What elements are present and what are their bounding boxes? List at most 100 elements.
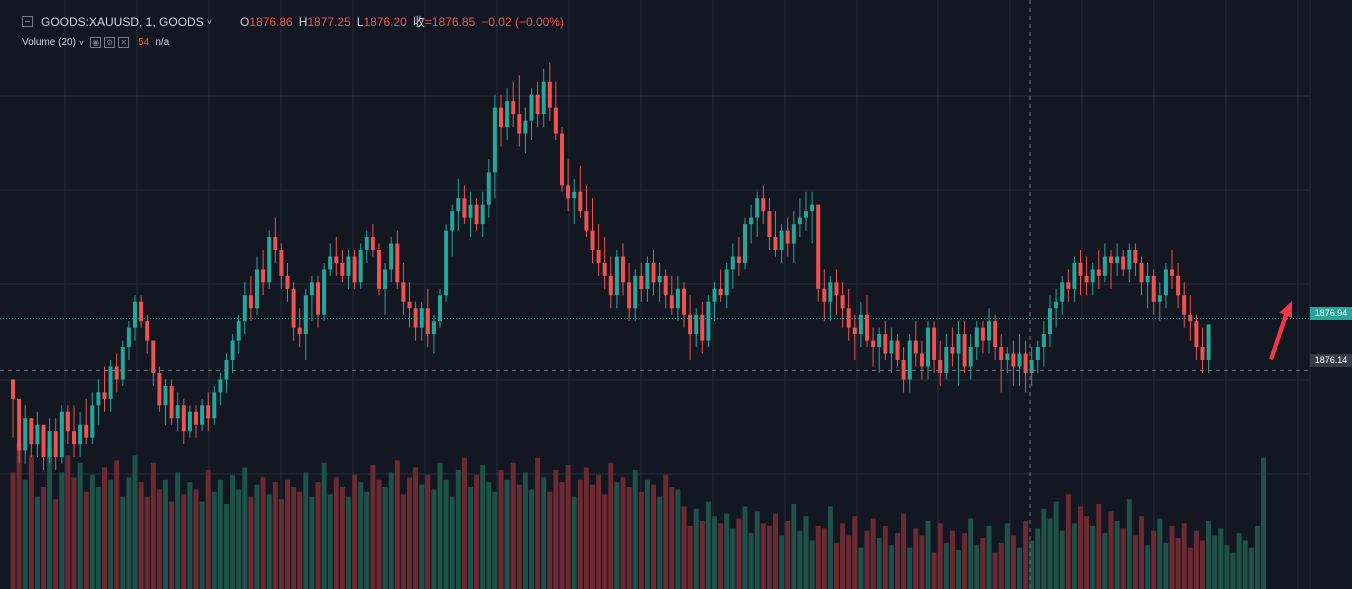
red-arrow-annotation: [1269, 301, 1292, 360]
candle: [425, 288, 430, 348]
candle: [1096, 250, 1101, 289]
candle-body: [90, 405, 95, 438]
candle-body: [816, 204, 821, 289]
volume-bar: [901, 513, 907, 589]
volume-bar: [370, 465, 376, 589]
volume-bar: [510, 462, 516, 589]
candle: [944, 334, 949, 380]
candle: [694, 308, 699, 348]
candle: [163, 379, 168, 425]
candle-body: [242, 295, 247, 322]
candle-body: [334, 256, 339, 263]
candle: [1090, 262, 1095, 296]
candle-body: [962, 334, 967, 367]
candle: [572, 178, 577, 225]
volume-bar: [144, 496, 150, 589]
candle-body: [1084, 275, 1089, 283]
candle: [486, 159, 491, 218]
volume-bar: [419, 484, 425, 589]
candle: [151, 340, 156, 386]
candlestick-chart[interactable]: [0, 0, 1352, 589]
candle-body: [364, 237, 369, 250]
candle: [84, 398, 89, 445]
candle-body: [736, 256, 741, 263]
candle-body: [65, 411, 70, 432]
crosshair-price-label: 1876.14: [1310, 354, 1352, 367]
candle: [956, 321, 961, 386]
candle: [700, 301, 705, 354]
candle: [907, 334, 912, 393]
candle: [59, 405, 64, 464]
candle: [53, 418, 58, 470]
candle: [1115, 243, 1120, 276]
candle: [724, 262, 729, 309]
volume-bar: [803, 516, 809, 589]
candle-body: [431, 321, 436, 335]
volume-bar: [41, 487, 46, 589]
volume-bar: [382, 487, 388, 589]
candle: [334, 237, 339, 276]
volume-bar: [1163, 542, 1169, 589]
candle-body: [980, 327, 985, 341]
volume-bar: [1010, 535, 1016, 589]
candle: [47, 418, 52, 464]
candle-body: [889, 340, 894, 354]
candle: [645, 256, 650, 302]
candle-body: [425, 308, 430, 335]
price-candles: [11, 62, 1211, 470]
candle-body: [669, 295, 674, 309]
candle: [877, 327, 882, 373]
candle-body: [572, 191, 577, 199]
volume-bar: [1261, 457, 1266, 589]
candle: [663, 269, 668, 309]
candle: [340, 250, 345, 283]
candle-body: [505, 101, 510, 128]
candle-body: [749, 217, 754, 225]
candle-body: [200, 405, 205, 425]
volume-bar: [590, 484, 595, 589]
candle-body: [291, 288, 296, 328]
candle: [407, 282, 412, 328]
candle: [389, 237, 394, 283]
volume-bar: [583, 467, 589, 589]
candle: [950, 327, 955, 367]
candle: [608, 256, 613, 309]
candle: [1066, 269, 1071, 302]
candle-body: [877, 334, 882, 348]
volume-bar: [651, 484, 656, 589]
candle-body: [932, 327, 937, 360]
candle: [901, 347, 906, 393]
candle: [852, 314, 857, 360]
candle-body: [919, 353, 924, 367]
candle-body: [1048, 308, 1052, 335]
candle: [974, 321, 979, 360]
volume-bar: [407, 477, 412, 589]
volume-bar: [175, 472, 181, 589]
volume-bar: [102, 467, 107, 589]
candle: [511, 81, 516, 128]
volume-bar: [474, 474, 480, 589]
volume-bar: [132, 455, 138, 589]
volume-bar: [547, 491, 553, 589]
candle: [1121, 250, 1126, 276]
candle: [1072, 256, 1077, 302]
volume-bar: [535, 457, 541, 589]
candle-body: [633, 275, 638, 309]
volume-bar: [400, 494, 406, 589]
candle: [431, 314, 436, 354]
candle-body: [181, 405, 186, 432]
candle-body: [316, 282, 320, 315]
candle: [913, 321, 918, 367]
volume-bar: [681, 506, 687, 589]
volume-bar: [47, 448, 53, 589]
candle-body: [352, 256, 357, 283]
candle-body: [743, 224, 747, 263]
volume-bar: [205, 470, 211, 589]
candle-body: [1060, 282, 1065, 302]
candle-body: [169, 385, 174, 419]
candle: [309, 275, 314, 322]
volume-bar: [730, 528, 736, 589]
candle: [828, 275, 833, 322]
candle-body: [468, 204, 473, 218]
candle-body: [133, 301, 137, 328]
